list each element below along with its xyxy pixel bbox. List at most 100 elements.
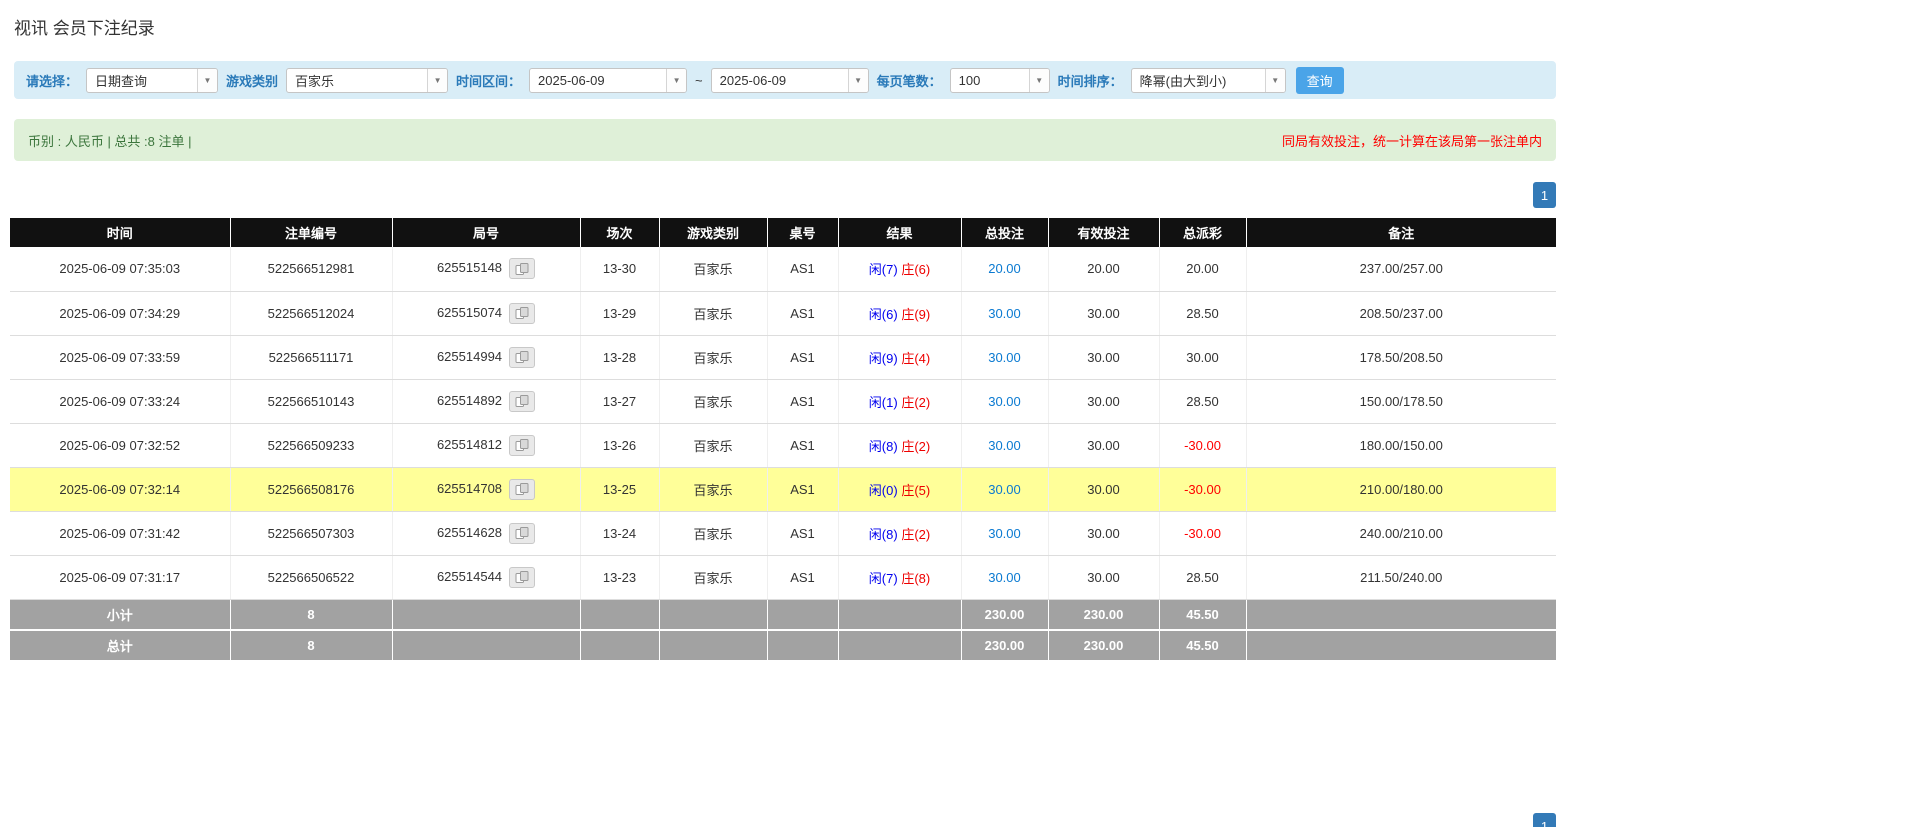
total-bet-cell: 30.00: [961, 423, 1048, 467]
query-type-value: 日期查询: [87, 69, 197, 92]
table-footer: 小计 8 230.00 230.00 45.50 总计 8 2: [10, 599, 1556, 661]
page-button-1[interactable]: 1: [1533, 182, 1556, 208]
payout-cell: -30.00: [1159, 467, 1246, 511]
payout-cell: 20.00: [1159, 247, 1246, 291]
date-from-value: 2025-06-09: [530, 69, 666, 92]
chevron-down-icon: ▼: [848, 69, 868, 92]
game-type-cell: 百家乐: [659, 467, 767, 511]
total-total-bet: 230.00: [961, 630, 1048, 661]
table-no-cell: AS1: [767, 291, 838, 335]
round-result-icon[interactable]: [509, 347, 535, 368]
total-bet-link[interactable]: 20.00: [988, 261, 1021, 276]
result-player: 闲(0): [869, 483, 898, 498]
result-banker: 庄(5): [901, 483, 930, 498]
table-no-cell: AS1: [767, 467, 838, 511]
payout-cell: 28.50: [1159, 379, 1246, 423]
pagination-bottom: 1: [1533, 813, 1556, 827]
col-valid-bet: 有效投注: [1048, 218, 1159, 247]
session-cell: 13-24: [580, 511, 659, 555]
result-banker: 庄(6): [901, 262, 930, 277]
table-row: 2025-06-09 07:31:17 522566506522 6255145…: [10, 555, 1556, 599]
round-id: 625514628: [437, 524, 502, 539]
round-result-icon[interactable]: [509, 303, 535, 324]
bet-id-cell: 522566512981: [230, 247, 392, 291]
total-bet-cell: 30.00: [961, 555, 1048, 599]
game-type-value: 百家乐: [287, 69, 427, 92]
subtotal-row: 小计 8 230.00 230.00 45.50: [10, 599, 1556, 630]
result-banker: 庄(2): [901, 527, 930, 542]
round-cell: 625514544: [392, 555, 580, 599]
bet-id-cell: 522566508176: [230, 467, 392, 511]
total-bet-cell: 30.00: [961, 335, 1048, 379]
table-row: 2025-06-09 07:32:14 522566508176 6255147…: [10, 467, 1556, 511]
total-bet-link[interactable]: 30.00: [988, 394, 1021, 409]
table-row: 2025-06-09 07:35:03 522566512981 6255151…: [10, 247, 1556, 291]
date-to-input[interactable]: 2025-06-09 ▼: [711, 68, 869, 93]
remark-cell: 240.00/210.00: [1246, 511, 1556, 555]
round-cell: 625515074: [392, 291, 580, 335]
game-type-cell: 百家乐: [659, 511, 767, 555]
sort-order-select[interactable]: 降幂(由大到小) ▼: [1131, 68, 1286, 93]
round-result-icon[interactable]: [509, 435, 535, 456]
subtotal-valid-bet: 230.00: [1048, 599, 1159, 630]
bet-records-table: 时间 注单编号 局号 场次 游戏类别 桌号 结果 总投注 有效投注 总派彩 备注…: [10, 218, 1556, 662]
result-banker: 庄(8): [901, 571, 930, 586]
total-bet-link[interactable]: 30.00: [988, 482, 1021, 497]
page-button-1-bottom[interactable]: 1: [1533, 813, 1556, 827]
result-cell: 闲(6) 庄(9): [838, 291, 961, 335]
session-cell: 13-25: [580, 467, 659, 511]
total-label: 总计: [10, 630, 230, 661]
session-cell: 13-23: [580, 555, 659, 599]
query-type-select[interactable]: 日期查询 ▼: [86, 68, 218, 93]
result-cell: 闲(8) 庄(2): [838, 511, 961, 555]
round-id: 625514708: [437, 480, 502, 495]
total-bet-link[interactable]: 30.00: [988, 350, 1021, 365]
date-from-input[interactable]: 2025-06-09 ▼: [529, 68, 687, 93]
round-cell: 625514708: [392, 467, 580, 511]
result-player: 闲(7): [869, 262, 898, 277]
select-type-label: 请选择：: [26, 71, 78, 90]
col-round: 局号: [392, 218, 580, 247]
round-result-icon[interactable]: [509, 258, 535, 279]
result-banker: 庄(4): [901, 351, 930, 366]
total-bet-link[interactable]: 30.00: [988, 570, 1021, 585]
page-size-select[interactable]: 100 ▼: [950, 68, 1050, 93]
search-button[interactable]: 查询: [1296, 67, 1344, 94]
summary-bar: 币别 : 人民币 | 总共 :8 注单 | 同局有效投注，统一计算在该局第一张注…: [14, 119, 1556, 161]
sort-order-label: 时间排序：: [1058, 71, 1123, 90]
game-type-cell: 百家乐: [659, 247, 767, 291]
total-bet-link[interactable]: 30.00: [988, 438, 1021, 453]
round-result-icon[interactable]: [509, 479, 535, 500]
total-bet-cell: 30.00: [961, 291, 1048, 335]
round-id: 625514544: [437, 568, 502, 583]
total-valid-bet: 230.00: [1048, 630, 1159, 661]
subtotal-label: 小计: [10, 599, 230, 630]
date-range-tilde: ~: [695, 73, 703, 88]
round-cell: 625515148: [392, 247, 580, 291]
notice-text: 同局有效投注，统一计算在该局第一张注单内: [1282, 131, 1542, 150]
col-table: 桌号: [767, 218, 838, 247]
valid-bet-cell: 30.00: [1048, 511, 1159, 555]
col-remark: 备注: [1246, 218, 1556, 247]
total-payout: 45.50: [1159, 630, 1246, 661]
round-cell: 625514892: [392, 379, 580, 423]
round-result-icon[interactable]: [509, 391, 535, 412]
table-no-cell: AS1: [767, 511, 838, 555]
round-id: 625515148: [437, 260, 502, 275]
game-type-select[interactable]: 百家乐 ▼: [286, 68, 448, 93]
round-result-icon[interactable]: [509, 567, 535, 588]
valid-bet-cell: 30.00: [1048, 335, 1159, 379]
round-cell: 625514994: [392, 335, 580, 379]
round-result-icon[interactable]: [509, 523, 535, 544]
bet-id-cell: 522566510143: [230, 379, 392, 423]
valid-bet-cell: 30.00: [1048, 291, 1159, 335]
result-player: 闲(8): [869, 439, 898, 454]
total-bet-link[interactable]: 30.00: [988, 526, 1021, 541]
result-banker: 庄(2): [901, 439, 930, 454]
total-bet-link[interactable]: 30.00: [988, 306, 1021, 321]
round-id: 625514994: [437, 348, 502, 363]
payout-cell: -30.00: [1159, 423, 1246, 467]
page: 视讯 会员下注纪录 请选择： 日期查询 ▼ 游戏类别 百家乐 ▼ 时间区间： 2…: [0, 0, 1560, 662]
bet-id-cell: 522566507303: [230, 511, 392, 555]
round-id: 625515074: [437, 304, 502, 319]
